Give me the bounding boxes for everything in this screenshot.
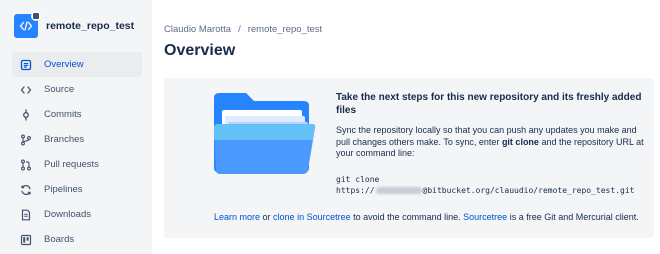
clone-command-line1: git clone <box>336 174 380 184</box>
sidebar-item-boards[interactable]: Boards <box>12 227 142 252</box>
source-icon <box>19 83 33 97</box>
boards-icon <box>19 233 33 247</box>
getting-started-panel: Take the next steps for this new reposit… <box>164 78 654 238</box>
overview-icon <box>19 58 33 72</box>
lock-icon <box>31 11 41 21</box>
sidebar-item-commits[interactable]: Commits <box>12 102 142 127</box>
sidebar-item-label: Branches <box>44 134 85 145</box>
sidebar-item-source[interactable]: Source <box>12 77 142 102</box>
footer-mid: to avoid the command line. <box>350 212 464 222</box>
repo-avatar[interactable] <box>14 11 41 38</box>
main-content: Claudio Marotta / remote_repo_test Overvie… <box>152 0 660 254</box>
sidebar-item-overview[interactable]: Overview <box>12 52 142 77</box>
sidebar-item-label: Pipelines <box>44 184 83 195</box>
sidebar-item-branches[interactable]: Branches <box>12 127 142 152</box>
sidebar-item-label: Boards <box>44 234 75 245</box>
footer-or: or <box>260 212 274 222</box>
sidebar-item-label: Pull requests <box>44 159 99 170</box>
sidebar-item-pipelines[interactable]: Pipelines <box>12 177 142 202</box>
branches-icon <box>19 133 33 147</box>
panel-heading: Take the next steps for this new reposit… <box>336 92 642 116</box>
clone-command-line2: https:// @bitbucket.org/clauudio/remote_r… <box>336 185 648 196</box>
repo-header[interactable]: remote_repo_test <box>14 11 134 38</box>
clone-command[interactable]: git clone https:// @bitbucket.org/clauudi… <box>336 174 648 196</box>
sidebar-nav: Overview Source Commits Branches Pull re… <box>12 52 142 252</box>
repo-name[interactable]: remote_repo_test <box>46 20 134 32</box>
sidebar-item-label: Downloads <box>44 209 91 220</box>
breadcrumb-repo[interactable]: remote_repo_test <box>248 24 322 35</box>
page-title: Overview <box>164 42 236 59</box>
breadcrumb: Claudio Marotta / remote_repo_test <box>164 24 322 35</box>
instructions-command: git clone <box>501 136 539 147</box>
panel-footer: Learn more or clone in Sourcetree to avo… <box>214 212 639 222</box>
footer-tail: is a free Git and Mercurial client. <box>507 212 639 222</box>
sidebar-item-label: Commits <box>44 109 82 120</box>
sidebar-item-pull-requests[interactable]: Pull requests <box>12 152 142 177</box>
folder-illustration <box>214 93 316 174</box>
redacted-username <box>375 186 422 194</box>
downloads-icon <box>19 208 33 222</box>
sidebar-item-label: Overview <box>44 59 84 70</box>
breadcrumb-separator: / <box>238 24 241 35</box>
pull-requests-icon <box>19 158 33 172</box>
sidebar-item-label: Source <box>44 84 75 95</box>
pipelines-icon <box>19 183 33 197</box>
commits-icon <box>19 108 33 122</box>
sourcetree-link[interactable]: Sourcetree <box>463 212 507 222</box>
clone-url-prefix: https:// <box>336 185 375 195</box>
clone-in-sourcetree-link[interactable]: clone in Sourcetree <box>273 212 351 222</box>
panel-text: Take the next steps for this new reposit… <box>336 91 648 196</box>
panel-instructions: Sync the repository locally so that you … <box>336 125 648 160</box>
learn-more-link[interactable]: Learn more <box>214 212 260 222</box>
breadcrumb-owner[interactable]: Claudio Marotta <box>164 24 231 35</box>
code-icon <box>19 21 33 31</box>
sidebar: remote_repo_test Overview Source Commits… <box>0 0 152 254</box>
sidebar-item-downloads[interactable]: Downloads <box>12 202 142 227</box>
clone-url-host: @bitbucket.org/clauudio/remote_repo_test… <box>422 185 635 195</box>
